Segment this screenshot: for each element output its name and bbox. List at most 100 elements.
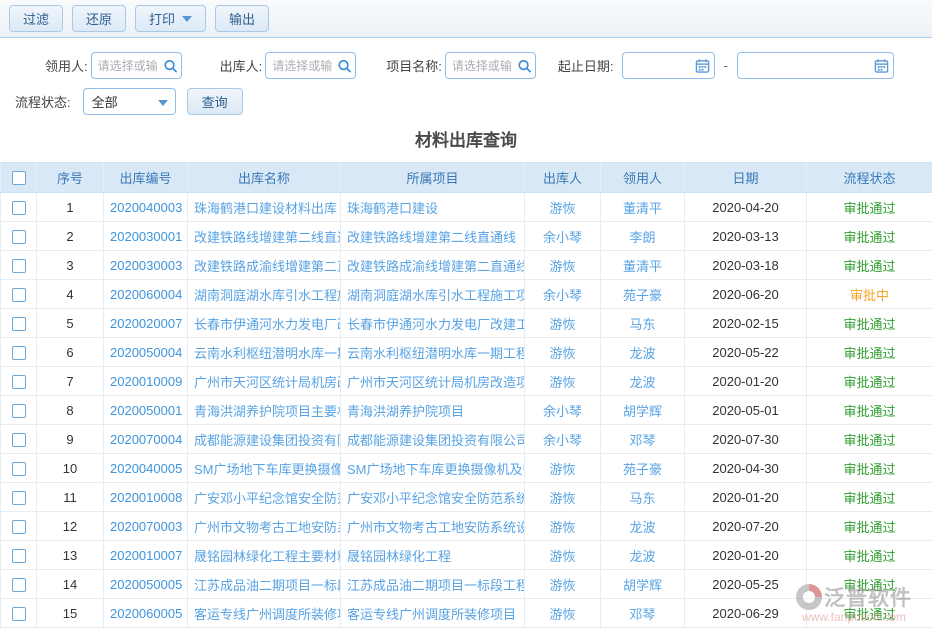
cell-issuer[interactable]: 游恢 xyxy=(525,454,601,483)
query-button[interactable]: 查询 xyxy=(187,88,243,115)
cell-recipient[interactable]: 龙波 xyxy=(601,541,685,570)
row-checkbox[interactable] xyxy=(12,520,26,534)
date-end-input[interactable] xyxy=(737,52,894,79)
cell-name[interactable]: 青海洪湖养护院项目主要材 xyxy=(188,396,341,425)
cell-project[interactable]: 江苏成品油二期项目一标段工程 xyxy=(341,570,525,599)
cell-issuer[interactable]: 余小琴 xyxy=(525,425,601,454)
cell-name[interactable]: 客运专线广州调度所装修项 xyxy=(188,599,341,628)
cell-name[interactable]: 江苏成品油二期项目一标段 xyxy=(188,570,341,599)
cell-name[interactable]: 改建铁路线增建第二线直通 xyxy=(188,222,341,251)
cell-recipient[interactable]: 邓琴 xyxy=(601,599,685,628)
cell-issuer[interactable]: 游恢 xyxy=(525,541,601,570)
cell-issuer[interactable]: 游恢 xyxy=(525,512,601,541)
cell-project[interactable]: 改建铁路成渝线增建第二直通线 xyxy=(341,251,525,280)
cell-project[interactable]: 广州市天河区统计局机房改造项目 xyxy=(341,367,525,396)
cell-name[interactable]: SM广场地下车库更换摄像机 xyxy=(188,454,341,483)
cell-code[interactable]: 2020040005 xyxy=(104,454,188,483)
row-checkbox[interactable] xyxy=(12,375,26,389)
cell-issuer[interactable]: 游恢 xyxy=(525,599,601,628)
cell-code[interactable]: 2020070004 xyxy=(104,425,188,454)
restore-button[interactable]: 还原 xyxy=(72,5,126,32)
cell-code[interactable]: 2020030001 xyxy=(104,222,188,251)
cell-code[interactable]: 2020060005 xyxy=(104,599,188,628)
cell-code[interactable]: 2020010008 xyxy=(104,483,188,512)
cell-project[interactable]: 云南水利枢纽潜明水库一期工程 xyxy=(341,338,525,367)
cell-recipient[interactable]: 董清平 xyxy=(601,193,685,222)
cell-name[interactable]: 长春市伊通河水力发电厂改 xyxy=(188,309,341,338)
cell-project[interactable]: SM广场地下车库更换摄像机及安装 xyxy=(341,454,525,483)
row-checkbox[interactable] xyxy=(12,462,26,476)
recipient-input[interactable]: 请选择或输 xyxy=(91,52,182,79)
cell-recipient[interactable]: 龙波 xyxy=(601,367,685,396)
cell-code[interactable]: 2020030003 xyxy=(104,251,188,280)
cell-code[interactable]: 2020010007 xyxy=(104,541,188,570)
cell-code[interactable]: 2020010009 xyxy=(104,367,188,396)
cell-project[interactable]: 长春市伊通河水力发电厂改建工程 xyxy=(341,309,525,338)
cell-issuer[interactable]: 余小琴 xyxy=(525,280,601,309)
cell-name[interactable]: 广安邓小平纪念馆安全防范 xyxy=(188,483,341,512)
cell-recipient[interactable]: 马东 xyxy=(601,309,685,338)
cell-code[interactable]: 2020050004 xyxy=(104,338,188,367)
cell-project[interactable]: 珠海鹤港口建设 xyxy=(341,193,525,222)
cell-code[interactable]: 2020050001 xyxy=(104,396,188,425)
process-status-select[interactable]: 全部 xyxy=(83,88,176,115)
cell-project[interactable]: 改建铁路线增建第二线直通线 xyxy=(341,222,525,251)
cell-project[interactable]: 客运专线广州调度所装修项目 xyxy=(341,599,525,628)
row-checkbox[interactable] xyxy=(12,317,26,331)
row-checkbox[interactable] xyxy=(12,346,26,360)
print-button[interactable]: 打印 xyxy=(135,5,206,32)
cell-project[interactable]: 青海洪湖养护院项目 xyxy=(341,396,525,425)
cell-recipient[interactable]: 李朗 xyxy=(601,222,685,251)
cell-issuer[interactable]: 游恢 xyxy=(525,338,601,367)
cell-recipient[interactable]: 董清平 xyxy=(601,251,685,280)
cell-name[interactable]: 晟铭园林绿化工程主要材料 xyxy=(188,541,341,570)
row-checkbox[interactable] xyxy=(12,549,26,563)
cell-recipient[interactable]: 龙波 xyxy=(601,338,685,367)
cell-code[interactable]: 2020050005 xyxy=(104,570,188,599)
cell-recipient[interactable]: 邓琴 xyxy=(601,425,685,454)
cell-issuer[interactable]: 游恢 xyxy=(525,251,601,280)
calendar-icon[interactable] xyxy=(874,58,889,73)
calendar-icon[interactable] xyxy=(695,58,710,73)
cell-code[interactable]: 2020020007 xyxy=(104,309,188,338)
project-name-input[interactable]: 请选择或输 xyxy=(445,52,536,79)
cell-issuer[interactable]: 余小琴 xyxy=(525,396,601,425)
search-icon[interactable] xyxy=(163,58,178,73)
cell-recipient[interactable]: 龙波 xyxy=(601,512,685,541)
row-checkbox[interactable] xyxy=(12,433,26,447)
filter-button[interactable]: 过滤 xyxy=(9,5,63,32)
select-all-checkbox[interactable] xyxy=(12,171,26,185)
cell-project[interactable]: 湖南洞庭湖水库引水工程施工项目 xyxy=(341,280,525,309)
cell-name[interactable]: 成都能源建设集团投资有限 xyxy=(188,425,341,454)
cell-name[interactable]: 广州市文物考古工地安防系 xyxy=(188,512,341,541)
cell-issuer[interactable]: 游恢 xyxy=(525,483,601,512)
row-checkbox[interactable] xyxy=(12,578,26,592)
cell-issuer[interactable]: 游恢 xyxy=(525,193,601,222)
cell-recipient[interactable]: 马东 xyxy=(601,483,685,512)
cell-name[interactable]: 云南水利枢纽潜明水库一期 xyxy=(188,338,341,367)
cell-code[interactable]: 2020070003 xyxy=(104,512,188,541)
cell-issuer[interactable]: 游恢 xyxy=(525,570,601,599)
cell-issuer[interactable]: 游恢 xyxy=(525,309,601,338)
cell-project[interactable]: 广安邓小平纪念馆安全防范系统 xyxy=(341,483,525,512)
cell-issuer[interactable]: 游恢 xyxy=(525,367,601,396)
cell-project[interactable]: 成都能源建设集团投资有限公司 xyxy=(341,425,525,454)
cell-code[interactable]: 2020040003 xyxy=(104,193,188,222)
cell-project[interactable]: 广州市文物考古工地安防系统设计 xyxy=(341,512,525,541)
cell-recipient[interactable]: 苑子豪 xyxy=(601,454,685,483)
cell-name[interactable]: 珠海鹤港口建设材料出库 xyxy=(188,193,341,222)
cell-recipient[interactable]: 胡学辉 xyxy=(601,396,685,425)
date-start-input[interactable] xyxy=(622,52,715,79)
row-checkbox[interactable] xyxy=(12,288,26,302)
cell-recipient[interactable]: 苑子豪 xyxy=(601,280,685,309)
cell-name[interactable]: 广州市天河区统计局机房改 xyxy=(188,367,341,396)
issuer-input[interactable]: 请选择或输 xyxy=(265,52,356,79)
cell-code[interactable]: 2020060004 xyxy=(104,280,188,309)
row-checkbox[interactable] xyxy=(12,201,26,215)
cell-name[interactable]: 改建铁路成渝线增建第二直 xyxy=(188,251,341,280)
export-button[interactable]: 输出 xyxy=(215,5,269,32)
row-checkbox[interactable] xyxy=(12,491,26,505)
row-checkbox[interactable] xyxy=(12,259,26,273)
cell-issuer[interactable]: 余小琴 xyxy=(525,222,601,251)
row-checkbox[interactable] xyxy=(12,404,26,418)
